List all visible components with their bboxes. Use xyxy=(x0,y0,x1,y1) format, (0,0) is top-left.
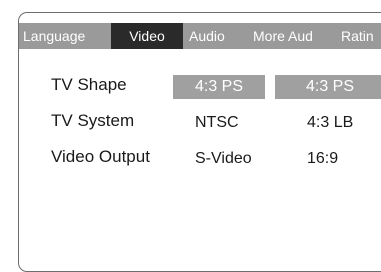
video-output-value[interactable]: S-Video xyxy=(195,147,275,171)
tv-shape-label[interactable]: TV Shape xyxy=(51,75,127,95)
tab-bar: Language Video Audio More Aud Ratin xyxy=(19,23,381,49)
video-output-label[interactable]: Video Output xyxy=(51,147,150,167)
setup-menu-panel: Language Video Audio More Aud Ratin TV S… xyxy=(18,12,381,272)
tab-video[interactable]: Video xyxy=(111,23,183,49)
tab-audio[interactable]: Audio xyxy=(189,23,239,49)
tab-rating[interactable]: Ratin xyxy=(341,23,381,49)
tab-more-audio[interactable]: More Aud xyxy=(253,23,323,49)
tv-system-label[interactable]: TV System xyxy=(51,111,134,131)
option-16-9[interactable]: 16:9 xyxy=(307,147,381,171)
option-4-3-lb[interactable]: 4:3 LB xyxy=(307,111,381,135)
tv-system-value[interactable]: NTSC xyxy=(195,111,275,135)
tab-language[interactable]: Language xyxy=(21,23,107,49)
option-4-3-ps[interactable]: 4:3 PS xyxy=(275,75,381,99)
tv-shape-value[interactable]: 4:3 PS xyxy=(173,75,265,99)
